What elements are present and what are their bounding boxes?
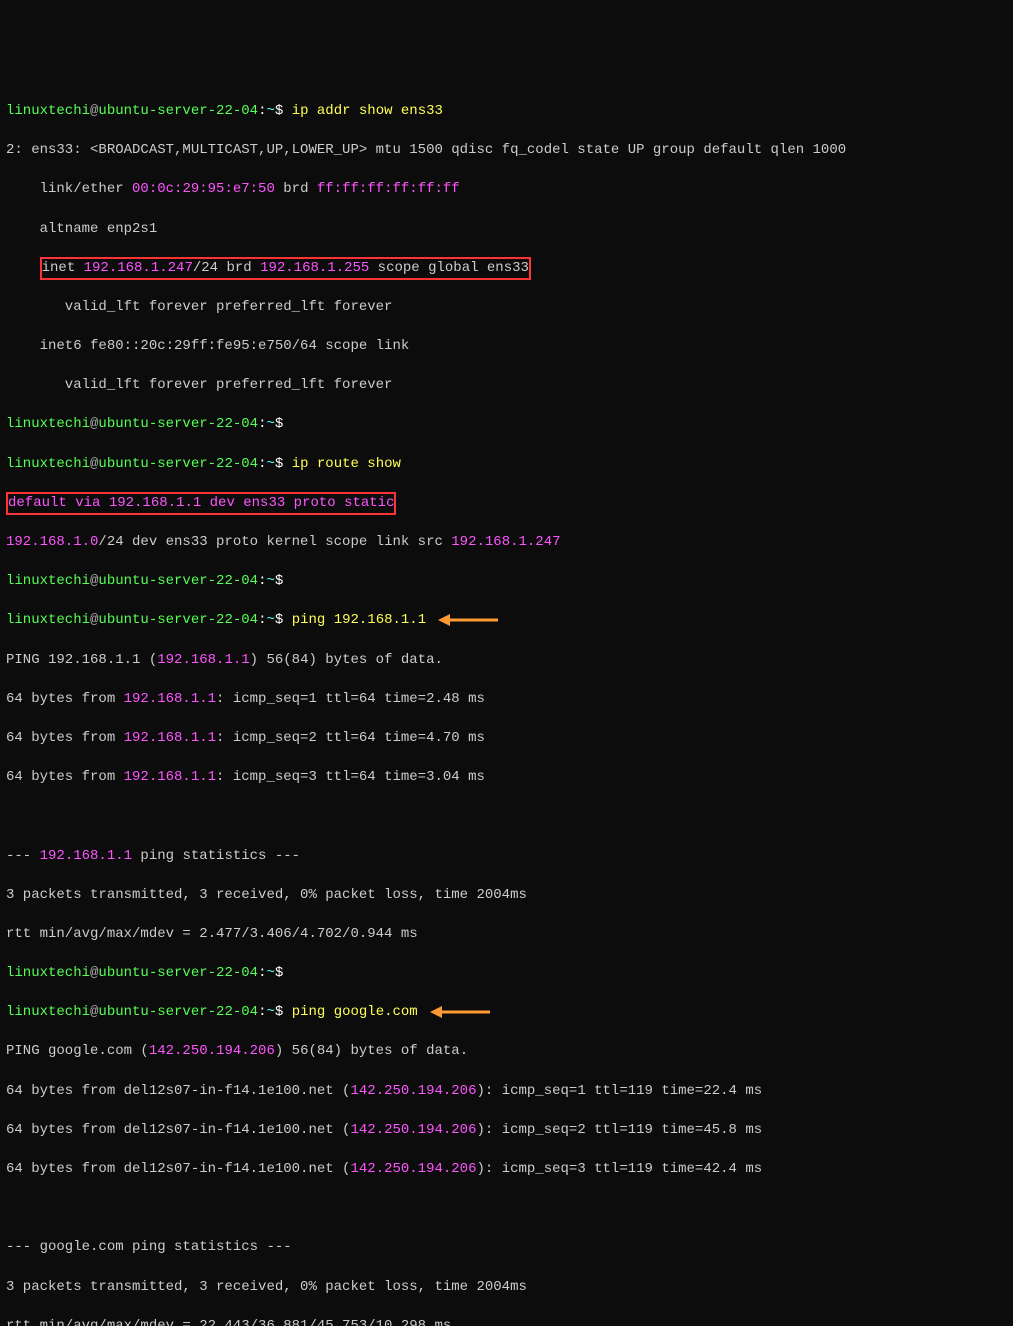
ping-summary: 3 packets transmitted, 3 received, 0% pa… — [6, 1278, 1007, 1298]
ping-summary: 3 packets transmitted, 3 received, 0% pa… — [6, 886, 1007, 906]
route-link: 192.168.1.0/24 dev ens33 proto kernel sc… — [6, 533, 1007, 553]
ping-stats-header: --- google.com ping statistics --- — [6, 1238, 1007, 1258]
prompt-line[interactable]: linuxtechi@ubuntu-server-22-04:~$ ip add… — [6, 102, 1007, 122]
inet-highlight-box: inet 192.168.1.247/24 brd 192.168.1.255 … — [40, 257, 531, 281]
link-ether: link/ether 00:0c:29:95:e7:50 brd ff:ff:f… — [6, 180, 1007, 200]
route-default: default via 192.168.1.1 dev ens33 proto … — [6, 494, 1007, 514]
ping-reply: 64 bytes from del12s07-in-f14.1e100.net … — [6, 1121, 1007, 1141]
ping-reply: 64 bytes from 192.168.1.1: icmp_seq=3 tt… — [6, 768, 1007, 788]
ping-stats-header: --- 192.168.1.1 ping statistics --- — [6, 847, 1007, 867]
valid-lft: valid_lft forever preferred_lft forever — [6, 376, 1007, 396]
ping-rtt: rtt min/avg/max/mdev = 2.477/3.406/4.702… — [6, 925, 1007, 945]
if-header: 2: ens33: <BROADCAST,MULTICAST,UP,LOWER_… — [6, 141, 1007, 161]
route-highlight-box: default via 192.168.1.1 dev ens33 proto … — [6, 492, 396, 516]
ping-reply: 64 bytes from 192.168.1.1: icmp_seq=2 tt… — [6, 729, 1007, 749]
ping-reply: 64 bytes from del12s07-in-f14.1e100.net … — [6, 1160, 1007, 1180]
ping-header: PING google.com (142.250.194.206) 56(84)… — [6, 1042, 1007, 1062]
terminal-output: linuxtechi@ubuntu-server-22-04:~$ ip add… — [6, 82, 1007, 1326]
prompt-line[interactable]: linuxtechi@ubuntu-server-22-04:~$ ip rou… — [6, 455, 1007, 475]
prompt-line[interactable]: linuxtechi@ubuntu-server-22-04:~$ — [6, 964, 1007, 984]
arrow-icon — [438, 613, 498, 627]
arrow-icon — [430, 1005, 490, 1019]
prompt-line[interactable]: linuxtechi@ubuntu-server-22-04:~$ ping 1… — [6, 611, 1007, 631]
valid-lft: valid_lft forever preferred_lft forever — [6, 298, 1007, 318]
prompt-line[interactable]: linuxtechi@ubuntu-server-22-04:~$ ping g… — [6, 1003, 1007, 1023]
blank-line — [6, 807, 1007, 827]
prompt-line[interactable]: linuxtechi@ubuntu-server-22-04:~$ — [6, 415, 1007, 435]
prompt-line[interactable]: linuxtechi@ubuntu-server-22-04:~$ — [6, 572, 1007, 592]
inet6-line: inet6 fe80::20c:29ff:fe95:e750/64 scope … — [6, 337, 1007, 357]
blank-line — [6, 1199, 1007, 1219]
altname: altname enp2s1 — [6, 220, 1007, 240]
inet-line: inet 192.168.1.247/24 brd 192.168.1.255 … — [6, 259, 1007, 279]
ping-reply: 64 bytes from del12s07-in-f14.1e100.net … — [6, 1082, 1007, 1102]
ping-rtt: rtt min/avg/max/mdev = 22.443/36.881/45.… — [6, 1317, 1007, 1326]
ping-reply: 64 bytes from 192.168.1.1: icmp_seq=1 tt… — [6, 690, 1007, 710]
ping-header: PING 192.168.1.1 (192.168.1.1) 56(84) by… — [6, 651, 1007, 671]
